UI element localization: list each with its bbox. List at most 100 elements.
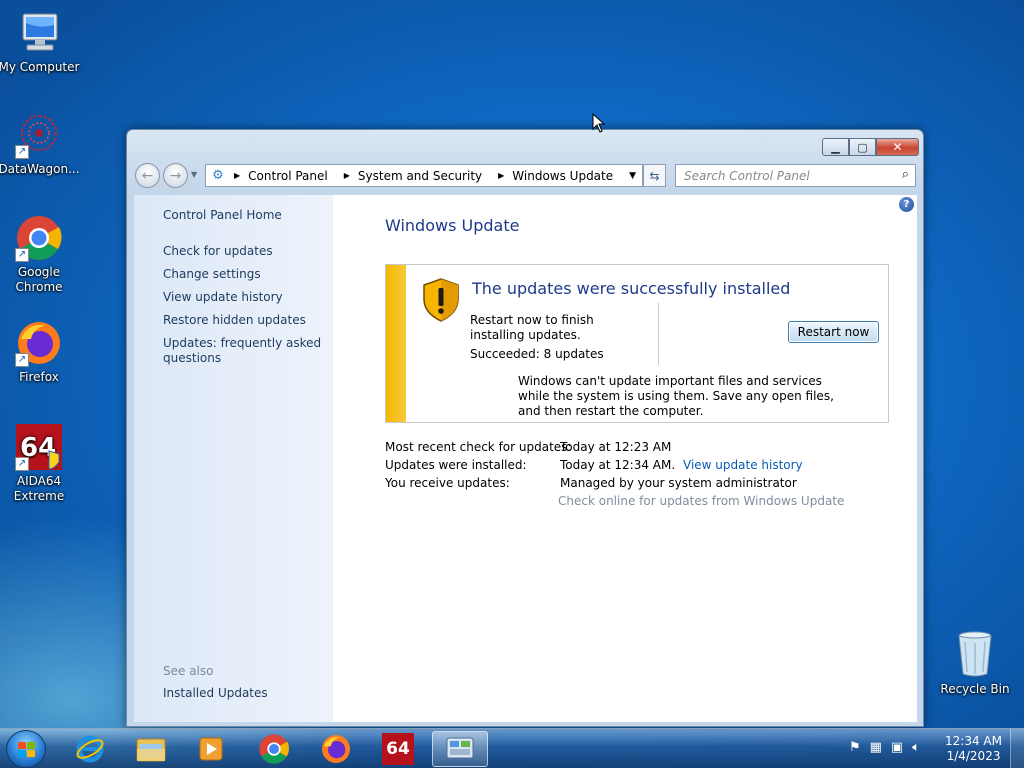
control-panel-home-link[interactable]: Control Panel Home: [163, 208, 323, 223]
network-icon[interactable]: ▣: [891, 740, 903, 755]
search-icon[interactable]: ⌕: [902, 167, 909, 182]
chrome-icon: ↗: [15, 214, 63, 262]
view-update-history-link[interactable]: View update history: [163, 290, 323, 305]
check-for-updates-link[interactable]: Check for updates: [163, 244, 323, 259]
shortcut-arrow-icon: ↗: [15, 248, 29, 262]
computer-icon: [15, 9, 63, 57]
check-online-link[interactable]: Check online for updates from Windows Up…: [558, 494, 844, 508]
warning-shield-icon: [421, 277, 461, 323]
breadcrumb-separator-icon: ▶: [498, 171, 505, 180]
mouse-pointer-icon: [592, 112, 606, 133]
recycle-bin-label: Recycle Bin: [940, 682, 1010, 696]
restart-message: Restart now to finish installing updates…: [470, 313, 594, 342]
breadcrumb-system-security[interactable]: System and Security: [358, 169, 482, 183]
datawagon-icon: ↗: [15, 111, 63, 159]
search-placeholder: Search Control Panel: [684, 168, 810, 183]
taskbar-aida64-button[interactable]: 64: [370, 731, 426, 767]
internet-explorer-icon: [76, 735, 104, 763]
action-center-flag-icon[interactable]: ⚑: [849, 740, 861, 755]
navigation-bar: ← → ▼ ⚙ ▶ Control Panel ▶ System and Sec…: [135, 161, 916, 189]
view-update-history-inline-link[interactable]: View update history: [683, 458, 803, 472]
caption-buttons: ▁ ▢ ✕: [822, 138, 919, 156]
forward-button[interactable]: →: [163, 163, 188, 188]
taskbar-firefox-button[interactable]: [308, 731, 364, 767]
system-clock[interactable]: 12:34 AM 1/4/2023: [945, 734, 1002, 764]
maximize-button[interactable]: ▢: [849, 138, 876, 156]
recent-pages-dropdown[interactable]: ▼: [191, 170, 197, 179]
system-tray: ⚑ ▦ ▣ 🔈︎: [849, 740, 920, 755]
aida64-icon: 64: [382, 733, 414, 765]
restore-hidden-updates-link[interactable]: Restore hidden updates: [163, 313, 323, 328]
clock-date: 1/4/2023: [946, 749, 1001, 763]
address-dropdown-icon[interactable]: ▼: [629, 171, 636, 181]
shortcut-arrow-icon: ↗: [15, 457, 29, 471]
windows-update-window: ▁ ▢ ✕ ← → ▼ ⚙ ▶ Control Panel ▶ System a…: [126, 129, 924, 727]
control-panel-icon: [446, 737, 474, 759]
desktop-icon-label: Google Chrome: [15, 265, 63, 294]
minimize-button[interactable]: ▁: [822, 138, 849, 156]
help-icon[interactable]: ?: [899, 197, 914, 212]
restart-warning-text: Windows can't update important files and…: [518, 374, 834, 418]
taskbar-ie-button[interactable]: [62, 731, 118, 767]
media-player-icon: [199, 737, 223, 761]
see-also-heading: See also: [163, 664, 214, 678]
refresh-button[interactable]: ⇆: [643, 164, 666, 187]
windows-logo-icon: [18, 742, 35, 757]
clock-time: 12:34 AM: [945, 734, 1002, 748]
shortcut-arrow-icon: ↗: [15, 145, 29, 159]
breadcrumb-separator-icon: ▶: [343, 171, 350, 180]
control-panel-icon: ⚙: [212, 168, 224, 183]
status-stripe: [386, 265, 406, 422]
search-input[interactable]: Search Control Panel ⌕: [675, 164, 916, 187]
folder-icon: [136, 738, 166, 762]
show-desktop-button[interactable]: [1010, 729, 1024, 768]
taskbar-control-panel-button[interactable]: [432, 731, 488, 767]
desktop-icon-label: DataWagon...: [0, 162, 80, 176]
left-pane: Control Panel Home Check for updates Cha…: [134, 195, 333, 722]
volume-icon[interactable]: 🔈︎: [912, 740, 920, 755]
desktop-icon-label: AIDA64 Extreme: [13, 474, 65, 503]
info-label-recent-check: Most recent check for updates:: [385, 440, 572, 454]
breadcrumb-control-panel[interactable]: Control Panel: [248, 169, 328, 183]
desktop-icon-firefox[interactable]: ↗ Firefox: [0, 319, 81, 385]
installed-time: Today at 12:34 AM.: [560, 458, 676, 472]
info-value-recent-check: Today at 12:23 AM: [560, 440, 672, 454]
info-value-installed: Today at 12:34 AM. View update history: [560, 458, 803, 472]
desktop-icon-label: Firefox: [19, 370, 59, 384]
update-tray-icon[interactable]: ▦: [870, 740, 882, 755]
taskbar-chrome-button[interactable]: [246, 731, 302, 767]
panel-divider: [658, 303, 659, 365]
status-heading: The updates were successfully installed: [472, 279, 791, 298]
info-label-installed: Updates were installed:: [385, 458, 527, 472]
start-button[interactable]: [6, 730, 46, 768]
desktop-icon-recycle-bin[interactable]: Recycle Bin: [935, 630, 1015, 696]
aida64-icon: 64 ↗: [15, 423, 63, 471]
firefox-icon: [322, 735, 350, 763]
update-status-panel: The updates were successfully installed …: [385, 264, 889, 423]
taskbar-media-player-button[interactable]: [183, 731, 239, 767]
address-bar[interactable]: ⚙ ▶ Control Panel ▶ System and Security …: [205, 164, 643, 187]
faq-link[interactable]: Updates: frequently asked questions: [163, 336, 323, 366]
taskbar-explorer-button[interactable]: [123, 731, 179, 767]
chrome-icon: [259, 734, 289, 764]
taskbar: 64 ⚑ ▦ ▣ 🔈︎ 12:34 AM 1/4/2023: [0, 728, 1024, 768]
page-title: Windows Update: [385, 216, 520, 235]
desktop-icon-my-computer[interactable]: My Computer: [0, 9, 81, 75]
info-label-receive: You receive updates:: [385, 476, 510, 490]
succeeded-count: Succeeded: 8 updates: [470, 347, 604, 361]
recycle-bin-icon: [955, 630, 995, 678]
desktop-icon-aida64[interactable]: 64 ↗ AIDA64 Extreme: [0, 423, 81, 504]
restart-now-button[interactable]: Restart now: [788, 321, 879, 343]
installed-updates-link[interactable]: Installed Updates: [163, 686, 323, 701]
firefox-icon: ↗: [15, 319, 63, 367]
shortcut-arrow-icon: ↗: [15, 353, 29, 367]
change-settings-link[interactable]: Change settings: [163, 267, 323, 282]
info-value-receive: Managed by your system administrator: [560, 476, 797, 490]
back-button[interactable]: ←: [135, 163, 160, 188]
desktop-icon-chrome[interactable]: ↗ Google Chrome: [0, 214, 81, 295]
desktop-icon-datawagon[interactable]: ↗ DataWagon...: [0, 111, 81, 177]
breadcrumb-windows-update[interactable]: Windows Update: [512, 169, 613, 183]
close-button[interactable]: ✕: [876, 138, 919, 156]
breadcrumb-separator-icon: ▶: [234, 171, 241, 180]
desktop-icon-label: My Computer: [0, 60, 80, 74]
